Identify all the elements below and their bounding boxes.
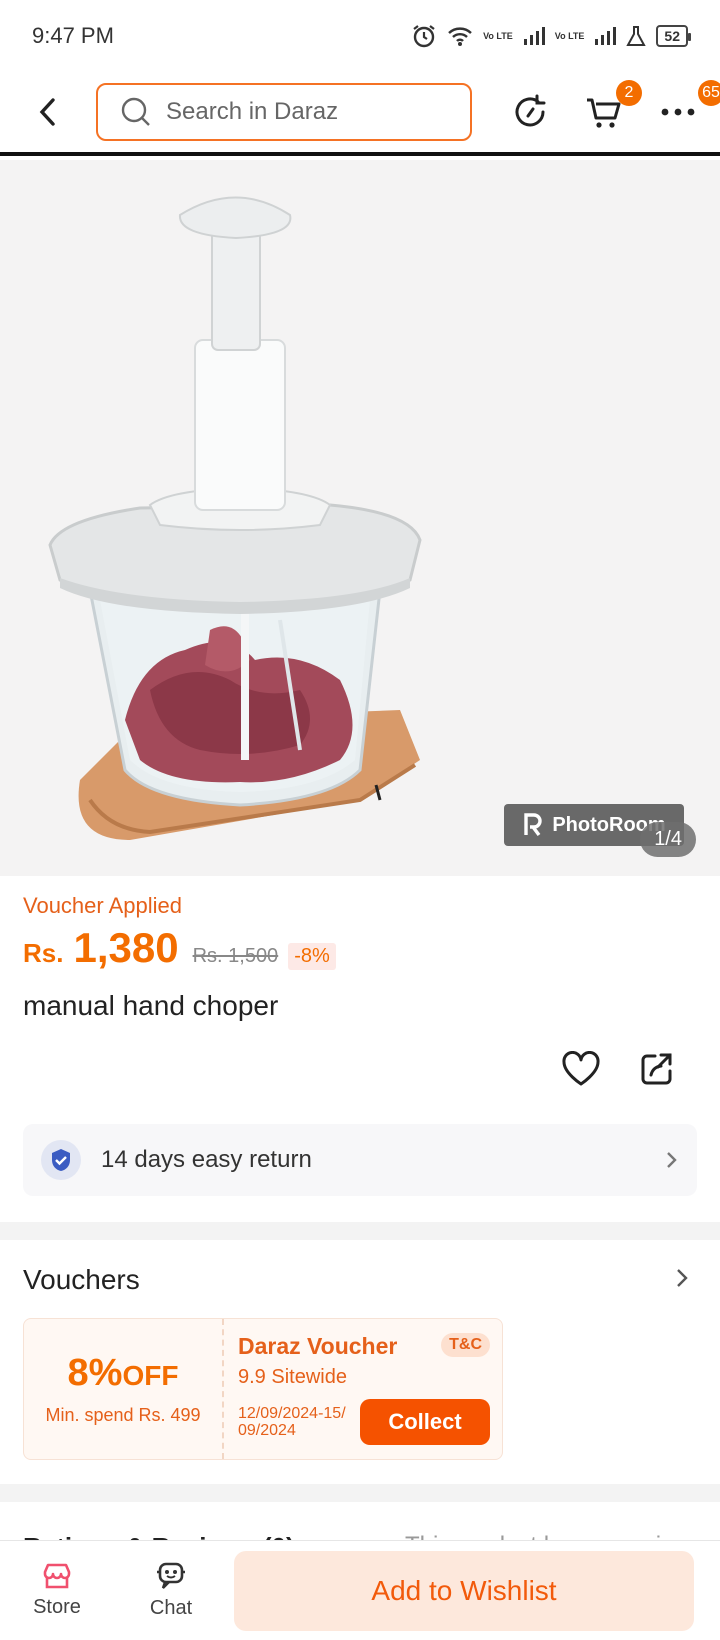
share-icon [641,1053,672,1085]
chevron-left-icon [39,98,55,126]
store-icon [43,1563,71,1589]
heart-icon [562,1051,600,1086]
chat-button[interactable]: Chat [114,1561,228,1620]
chat-label: Chat [149,1597,193,1619]
section-divider-2 [0,1484,720,1502]
product-title: manual hand choper [23,990,279,1021]
more-button[interactable]: 65 [648,80,720,142]
cart-button[interactable]: 2 [574,80,642,142]
search-icon [121,97,150,126]
alarm-icon [413,25,435,48]
bottom-action-bar: Store Chat Add to Wishlist [0,1540,720,1640]
status-bar: 9:47 PM Vo LTE Vo LTE 52 [0,0,720,72]
store-button[interactable]: Store [0,1562,114,1619]
discount-badge: -8% [288,943,336,970]
voucher-discount: 8% OFF [68,1352,179,1395]
flask-icon [626,26,647,46]
wishlist-heart-button[interactable] [558,1046,604,1092]
voucher-amount: 8% OFF Min. spend Rs. 499 [24,1319,224,1459]
voucher-details: Daraz Voucher 9.9 Sitewide 12/09/2024-15… [224,1319,502,1459]
chevron-right-icon [667,1152,677,1168]
photoroom-logo-icon [524,813,543,837]
return-policy-label: 14 days easy return [101,1146,312,1173]
vouchers-more-button[interactable] [674,1266,690,1295]
price-value: 1,380 [73,924,179,971]
original-price: Rs. 1,500 [192,945,279,967]
shield-check-icon [41,1140,81,1180]
back-button[interactable] [18,82,78,142]
section-divider [0,1222,720,1240]
volte-icon-2: Vo LTE [554,30,585,41]
collect-button[interactable]: Collect [360,1399,490,1445]
voucher-subtitle: 9.9 Sitewide [238,1366,347,1388]
add-to-wishlist-button[interactable]: Add to Wishlist [234,1550,694,1631]
voucher-percent: 8% [67,1352,123,1394]
store-label: Store [33,1596,81,1618]
top-nav: Search in Daraz 2 65 [0,72,720,156]
cart-badge: 2 [616,80,642,106]
voucher-applied-label: Voucher Applied [23,893,183,918]
battery-indicator: 52 [656,25,691,47]
product-actions [558,1046,680,1092]
share-button[interactable] [634,1046,680,1092]
price-row: Rs. 1,380 Rs. 1,500 -8% [23,924,336,972]
status-icons: Vo LTE Vo LTE 52 [411,23,691,49]
search-placeholder: Search in Daraz [166,98,339,125]
more-badge: 65 [698,80,720,106]
price-currency: Rs. [23,938,64,968]
search-input[interactable]: Search in Daraz [96,83,472,141]
status-time: 9:47 PM [32,23,114,48]
refresh-icon [515,94,546,127]
voucher-card: 8% OFF Min. spend Rs. 499 Daraz Voucher … [23,1318,503,1460]
more-icon [661,108,695,116]
chat-icon [157,1562,185,1589]
product-image [48,196,422,840]
signal-icon [523,27,545,45]
terms-button[interactable]: T&C [441,1333,490,1357]
vouchers-heading: Vouchers [23,1264,140,1295]
image-counter: 1/4 [640,822,696,857]
voucher-off-label: OFF [122,1360,179,1391]
refresh-button[interactable] [500,82,560,142]
wifi-icon [448,27,472,46]
voucher-validity: 12/09/2024-15/ 09/2024 [238,1405,346,1439]
signal-icon-2 [595,27,617,45]
voucher-min-spend: Min. spend Rs. 499 [45,1405,201,1425]
return-policy-row[interactable]: 14 days easy return [23,1124,697,1196]
product-image-gallery[interactable]: PhotoRoom 1/4 [0,160,720,876]
chevron-right-icon [677,1269,688,1287]
volte-icon: Vo LTE [483,30,513,41]
